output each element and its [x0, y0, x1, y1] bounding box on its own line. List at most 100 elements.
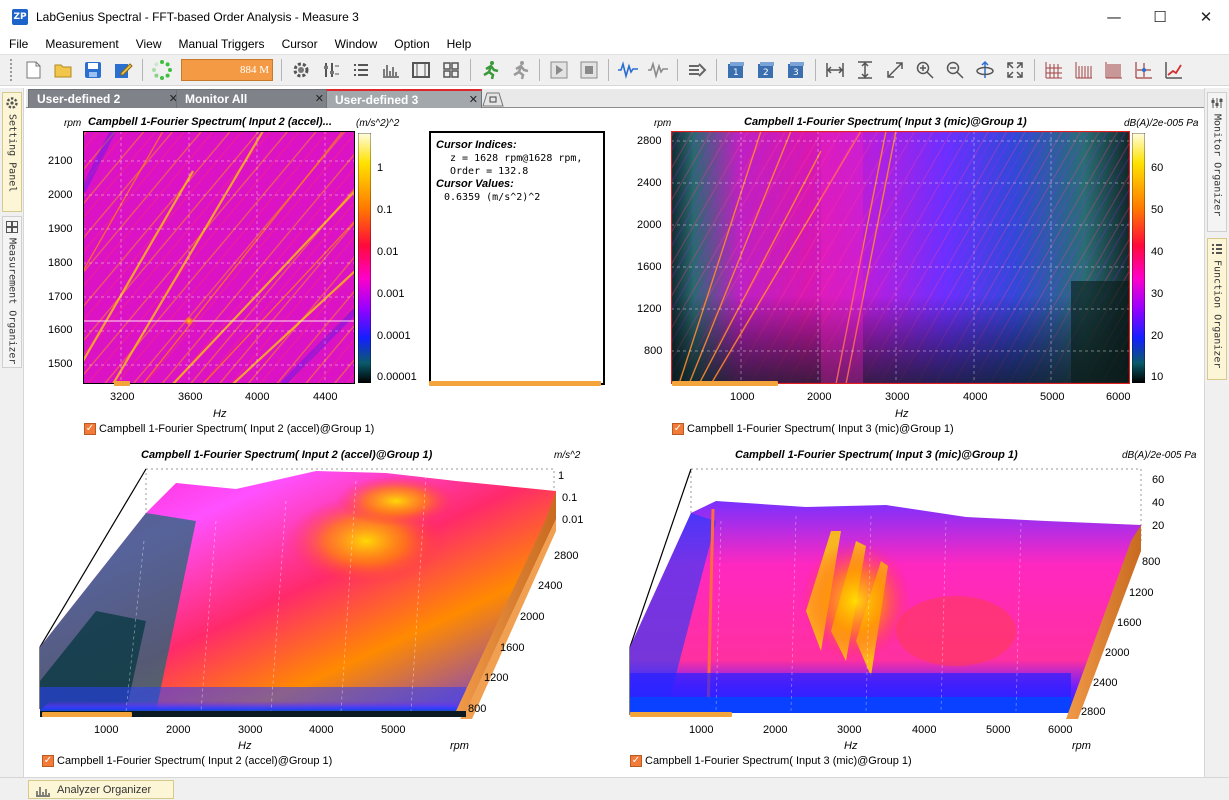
toolbar-separator: [539, 59, 540, 81]
checkbox-icon[interactable]: ✓: [42, 755, 54, 767]
run-disabled-icon[interactable]: [507, 57, 533, 83]
film-icon[interactable]: [408, 57, 434, 83]
menu-view[interactable]: View: [127, 37, 170, 51]
analyzer-organizer-tab[interactable]: Analyzer Organizer: [28, 780, 174, 799]
bl-legend[interactable]: ✓ Campbell 1-Fourier Spectrum( Input 2 (…: [42, 755, 332, 767]
tab-monitor-all[interactable]: Monitor All ✕: [176, 89, 328, 108]
function-organizer-tab[interactable]: Function Organizer: [1207, 238, 1227, 380]
tl-x-label: Hz: [213, 408, 227, 420]
br-scroll-indicator[interactable]: [630, 712, 732, 717]
zoom-out-icon[interactable]: [942, 57, 968, 83]
waveform-icon[interactable]: [615, 57, 641, 83]
br-waterfall-3d[interactable]: [626, 461, 1146, 719]
tl-colorbar-tick: 0.01: [377, 246, 399, 258]
menu-file[interactable]: File: [0, 37, 36, 51]
tab-user-defined-2[interactable]: User-defined 2 ✕: [28, 89, 182, 108]
play-icon[interactable]: [546, 57, 572, 83]
window-controls: — ☐ ✕: [1091, 0, 1229, 34]
bl-rpm-tick: 1600: [500, 642, 525, 654]
new-file-icon[interactable]: [20, 57, 46, 83]
grid-fine-icon[interactable]: [1101, 57, 1127, 83]
tl-scroll-indicator[interactable]: [114, 381, 130, 386]
edit-icon[interactable]: [110, 57, 136, 83]
bl-waterfall-3d[interactable]: [36, 461, 556, 719]
toolbar-separator: [716, 59, 717, 81]
cursor-z-value: z = 1628 rpm@1628 rpm,: [450, 153, 583, 164]
diagonal-zoom-icon[interactable]: [882, 57, 908, 83]
tl-colorbar-tick: 0.00001: [377, 371, 417, 383]
menu-window[interactable]: Window: [326, 37, 386, 51]
br-rpm-tick: 1600: [1117, 617, 1142, 629]
grid-chart-alt-icon[interactable]: [1071, 57, 1097, 83]
fit-horizontal-icon[interactable]: [822, 57, 848, 83]
menu-manual-triggers[interactable]: Manual Triggers: [170, 37, 273, 51]
fullscreen-icon[interactable]: [1002, 57, 1028, 83]
fit-vertical-icon[interactable]: [852, 57, 878, 83]
grid-layout-icon[interactable]: [438, 57, 464, 83]
menu-measurement[interactable]: Measurement: [36, 37, 126, 51]
tr-colorbar-tick: 60: [1151, 162, 1164, 174]
tr-scroll-indicator[interactable]: [672, 381, 778, 386]
menu-help[interactable]: Help: [438, 37, 480, 51]
checkbox-icon[interactable]: ✓: [630, 755, 642, 767]
waveform-off-icon[interactable]: [645, 57, 671, 83]
cursor-order-value: Order = 132.8: [450, 166, 529, 177]
page-3-icon[interactable]: 3: [783, 57, 809, 83]
bl-x-tick: 4000: [309, 724, 334, 736]
setting-panel-tab[interactable]: Setting Panel: [2, 92, 22, 212]
bl-x-tick: 1000: [94, 724, 119, 736]
bl-z-tick: 0.01: [562, 514, 584, 526]
trend-chart-icon[interactable]: [1161, 57, 1187, 83]
rotate-3d-icon[interactable]: [972, 57, 998, 83]
checkbox-icon[interactable]: ✓: [672, 423, 684, 435]
title-bar: ZP LabGenius Spectral - FFT-based Order …: [0, 0, 1229, 34]
tl-campbell-plot[interactable]: [83, 131, 355, 384]
spectrum-icon[interactable]: [378, 57, 404, 83]
close-icon[interactable]: ✕: [469, 93, 478, 106]
close-button[interactable]: ✕: [1183, 0, 1229, 34]
br-legend[interactable]: ✓ Campbell 1-Fourier Spectrum( Input 3 (…: [630, 755, 912, 767]
cursor-box-scroll-indicator[interactable]: [429, 381, 601, 386]
toolbar-grip[interactable]: [10, 59, 14, 81]
run-figure-icon[interactable]: [477, 57, 503, 83]
zoom-in-icon[interactable]: [912, 57, 938, 83]
tr-plot-title: Campbell 1-Fourier Spectrum( Input 3 (mi…: [744, 116, 1027, 128]
menu-cursor[interactable]: Cursor: [273, 37, 326, 51]
tl-legend[interactable]: ✓ Campbell 1-Fourier Spectrum( Input 2 (…: [84, 423, 374, 435]
save-icon[interactable]: [80, 57, 106, 83]
stop-icon[interactable]: [576, 57, 602, 83]
tab-user-defined-3[interactable]: User-defined 3 ✕: [326, 89, 482, 108]
tr-legend[interactable]: ✓ Campbell 1-Fourier Spectrum( Input 3 (…: [672, 423, 954, 435]
grid-chart-icon[interactable]: [1041, 57, 1067, 83]
monitor-organizer-tab[interactable]: Monitor Organizer: [1207, 92, 1227, 232]
measurement-organizer-tab[interactable]: Measurement Organizer: [2, 216, 22, 368]
channel-setup-icon[interactable]: [318, 57, 344, 83]
new-tab-icon[interactable]: [482, 91, 504, 107]
checkbox-icon[interactable]: ✓: [84, 423, 96, 435]
minimize-button[interactable]: —: [1091, 0, 1137, 34]
close-icon[interactable]: ✕: [315, 92, 324, 105]
bl-scroll-indicator[interactable]: [42, 712, 132, 717]
maximize-button[interactable]: ☐: [1137, 0, 1183, 34]
arrow-right-icon[interactable]: [684, 57, 710, 83]
settings-gear-icon[interactable]: [288, 57, 314, 83]
tr-legend-label: Campbell 1-Fourier Spectrum( Input 3 (mi…: [687, 423, 954, 435]
tr-colorbar-tick: 10: [1151, 371, 1164, 383]
bl-z-tick: 1: [558, 470, 565, 482]
tab-label: User-defined 2: [37, 92, 121, 106]
svg-text:2: 2: [763, 68, 769, 78]
tr-y-tick: 800: [644, 345, 663, 357]
toolbar-separator: [470, 59, 471, 81]
menu-option[interactable]: Option: [385, 37, 437, 51]
tl-plot-title: Campbell 1-Fourier Spectrum( Input 2 (ac…: [88, 116, 332, 128]
tl-colorbar-tick: 0.1: [377, 204, 393, 216]
list-icon[interactable]: [348, 57, 374, 83]
cursor-cross-icon[interactable]: [1131, 57, 1157, 83]
page-1-icon[interactable]: 1: [723, 57, 749, 83]
open-folder-icon[interactable]: [50, 57, 76, 83]
tr-colorbar: [1132, 133, 1145, 383]
page-2-icon[interactable]: 2: [753, 57, 779, 83]
bl-plot-title: Campbell 1-Fourier Spectrum( Input 2 (ac…: [141, 449, 433, 461]
tr-campbell-plot[interactable]: [671, 131, 1130, 384]
tl-y-unit: rpm: [64, 118, 82, 129]
